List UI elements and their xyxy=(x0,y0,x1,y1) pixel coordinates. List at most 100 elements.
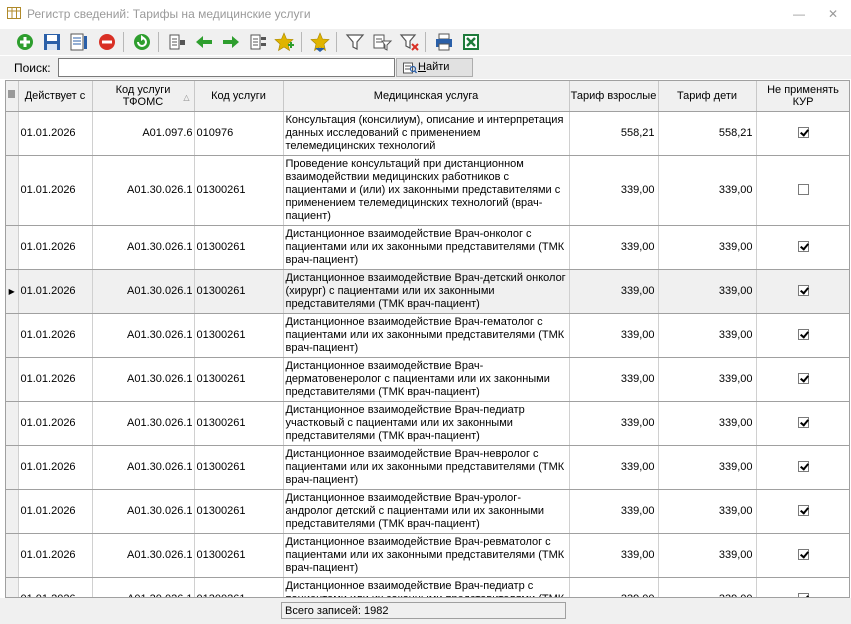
cell-tariff-adult[interactable]: 339,00 xyxy=(569,313,659,358)
column-header-code[interactable]: Код услуги xyxy=(194,81,284,112)
cell-code-tfoms[interactable]: A01.30.026.1 xyxy=(92,577,195,597)
cell-code[interactable]: 01300261 xyxy=(194,155,284,226)
cell-no-kur[interactable] xyxy=(756,445,849,490)
cell-valid-from[interactable]: 01.01.2026 xyxy=(18,489,93,534)
find-button[interactable]: Найти xyxy=(396,58,473,77)
cell-tariff-child[interactable]: 339,00 xyxy=(658,489,757,534)
cell-tariff-child[interactable]: 339,00 xyxy=(658,445,757,490)
cell-service[interactable]: Консультация (консилиум), описание и инт… xyxy=(283,111,570,156)
cell-tariff-adult[interactable]: 558,21 xyxy=(569,111,659,156)
cell-tariff-child[interactable]: 339,00 xyxy=(658,533,757,578)
cell-tariff-adult[interactable]: 339,00 xyxy=(569,445,659,490)
cell-code[interactable]: 01300261 xyxy=(194,401,284,446)
cell-code-tfoms[interactable]: A01.30.026.1 xyxy=(92,401,195,446)
cell-service[interactable]: Проведение консультаций при дистанционно… xyxy=(283,155,570,226)
cell-code[interactable]: 01300261 xyxy=(194,357,284,402)
column-header-code-tfoms[interactable]: Код услуги ТФОМС △ xyxy=(92,81,195,112)
cell-service[interactable]: Дистанционное взаимодействие Врач-ревмат… xyxy=(283,533,570,578)
save-button[interactable] xyxy=(41,31,63,53)
cell-service[interactable]: Дистанционное взаимодействие Врач-уролог… xyxy=(283,489,570,534)
add-favorite-button[interactable] xyxy=(273,31,295,53)
cell-service[interactable]: Дистанционное взаимодействие Врач-детски… xyxy=(283,269,570,314)
row-indicator[interactable] xyxy=(6,111,19,156)
move-left-button[interactable] xyxy=(193,31,215,53)
filter-button[interactable] xyxy=(344,31,366,53)
refresh-button[interactable] xyxy=(131,31,153,53)
cell-tariff-adult[interactable]: 339,00 xyxy=(569,357,659,402)
table-row[interactable]: 01.01.2026 A01.097.6 010976 Консультация (к… xyxy=(6,111,849,156)
cell-code-tfoms[interactable]: A01.30.026.1 xyxy=(92,533,195,578)
column-header-tariff-adult[interactable]: Тариф взрослые xyxy=(569,81,659,112)
cell-tariff-adult[interactable]: 339,00 xyxy=(569,401,659,446)
column-header-tariff-child[interactable]: Тариф дети xyxy=(658,81,757,112)
cell-valid-from[interactable]: 01.01.2026 xyxy=(18,445,93,490)
table-row[interactable]: 01.01.2026A01.30.026.101300261Дистанцион… xyxy=(6,445,849,490)
cell-tariff-adult[interactable]: 339,00 xyxy=(569,155,659,226)
cell-no-kur[interactable] xyxy=(756,111,849,156)
row-indicator[interactable] xyxy=(6,489,19,534)
tariffs-grid[interactable]: Действует с Код услуги ТФОМС △ Код услуги… xyxy=(5,80,850,598)
cell-service[interactable]: Дистанционное взаимодействие Врач-гемато… xyxy=(283,313,570,358)
no-kur-checkbox[interactable] xyxy=(797,329,809,341)
cell-valid-from[interactable]: 01.01.2026 xyxy=(18,269,93,314)
row-indicator[interactable] xyxy=(6,577,19,597)
row-indicator[interactable] xyxy=(6,401,19,446)
cell-tariff-adult[interactable]: 339,00 xyxy=(569,225,659,270)
cell-no-kur[interactable] xyxy=(756,577,849,597)
cell-tariff-child[interactable]: 339,00 xyxy=(658,155,757,226)
row-indicator[interactable] xyxy=(6,155,19,226)
cell-no-kur[interactable] xyxy=(756,401,849,446)
cell-no-kur[interactable] xyxy=(756,313,849,358)
cell-code[interactable]: 01300261 xyxy=(194,269,284,314)
close-button[interactable]: ✕ xyxy=(818,4,848,24)
add-button[interactable] xyxy=(14,31,36,53)
cell-valid-from[interactable]: 01.01.2026 xyxy=(18,577,93,597)
cell-code-tfoms[interactable]: A01.097.6 xyxy=(92,111,195,156)
cell-tariff-adult[interactable]: 339,00 xyxy=(569,269,659,314)
cell-service[interactable]: Дистанционное взаимодействие Врач-педиат… xyxy=(283,401,570,446)
cell-valid-from[interactable]: 01.01.2026 xyxy=(18,533,93,578)
cell-code[interactable]: 01300261 xyxy=(194,489,284,534)
table-row[interactable]: 01.01.2026A01.30.026.101300261Дистанцион… xyxy=(6,225,849,270)
column-header-service[interactable]: Медицинская услуга xyxy=(283,81,570,112)
no-kur-checkbox[interactable] xyxy=(797,549,809,561)
cell-code-tfoms[interactable]: A01.30.026.1 xyxy=(92,313,195,358)
cell-no-kur[interactable] xyxy=(756,269,849,314)
cell-valid-from[interactable]: 01.01.2026 xyxy=(18,111,93,156)
cell-code[interactable]: 010976 xyxy=(194,111,284,156)
cell-no-kur[interactable] xyxy=(756,489,849,534)
cell-code[interactable]: 01300261 xyxy=(194,445,284,490)
cell-service[interactable]: Дистанционное взаимодействие Врач-неврол… xyxy=(283,445,570,490)
cell-service[interactable]: Дистанционное взаимодействие Врач-онколо… xyxy=(283,225,570,270)
row-indicator[interactable] xyxy=(6,357,19,402)
minimize-button[interactable]: — xyxy=(784,4,814,24)
cell-service[interactable]: Дистанционное взаимодействие Врач-дермат… xyxy=(283,357,570,402)
table-row[interactable]: 01.01.2026A01.30.026.101300261Дистанцион… xyxy=(6,401,849,446)
cell-tariff-child[interactable]: 339,00 xyxy=(658,357,757,402)
search-input[interactable] xyxy=(58,58,395,77)
cell-no-kur[interactable] xyxy=(756,155,849,226)
move-right-button[interactable] xyxy=(220,31,242,53)
table-row[interactable]: 01.01.2026A01.30.026.101300261Дистанцион… xyxy=(6,313,849,358)
cell-tariff-child[interactable]: 339,00 xyxy=(658,401,757,446)
cell-code-tfoms[interactable]: A01.30.026.1 xyxy=(92,225,195,270)
cell-code-tfoms[interactable]: A01.30.026.1 xyxy=(92,445,195,490)
cell-valid-from[interactable]: 01.01.2026 xyxy=(18,155,93,226)
cell-tariff-adult[interactable]: 339,00 xyxy=(569,577,659,597)
row-selector-header[interactable] xyxy=(6,81,19,112)
row-indicator[interactable] xyxy=(6,445,19,490)
cell-valid-from[interactable]: 01.01.2026 xyxy=(18,357,93,402)
cell-tariff-adult[interactable]: 339,00 xyxy=(569,533,659,578)
cell-service[interactable]: Дистанционное взаимодействие Врач-педиат… xyxy=(283,577,570,597)
cell-tariff-child[interactable]: 339,00 xyxy=(658,577,757,597)
table-row[interactable]: 01.01.2026A01.30.026.101300261Дистанцион… xyxy=(6,489,849,534)
filter-settings-button[interactable] xyxy=(371,31,393,53)
no-kur-checkbox[interactable] xyxy=(797,127,809,139)
column-header-no-kur[interactable]: Не применять КУР xyxy=(756,81,849,112)
cell-valid-from[interactable]: 01.01.2026 xyxy=(18,313,93,358)
row-indicator[interactable] xyxy=(6,225,19,270)
row-indicator[interactable] xyxy=(6,533,19,578)
no-kur-checkbox[interactable] xyxy=(797,505,809,517)
export-excel-button[interactable] xyxy=(460,31,482,53)
no-kur-checkbox[interactable] xyxy=(797,285,809,297)
